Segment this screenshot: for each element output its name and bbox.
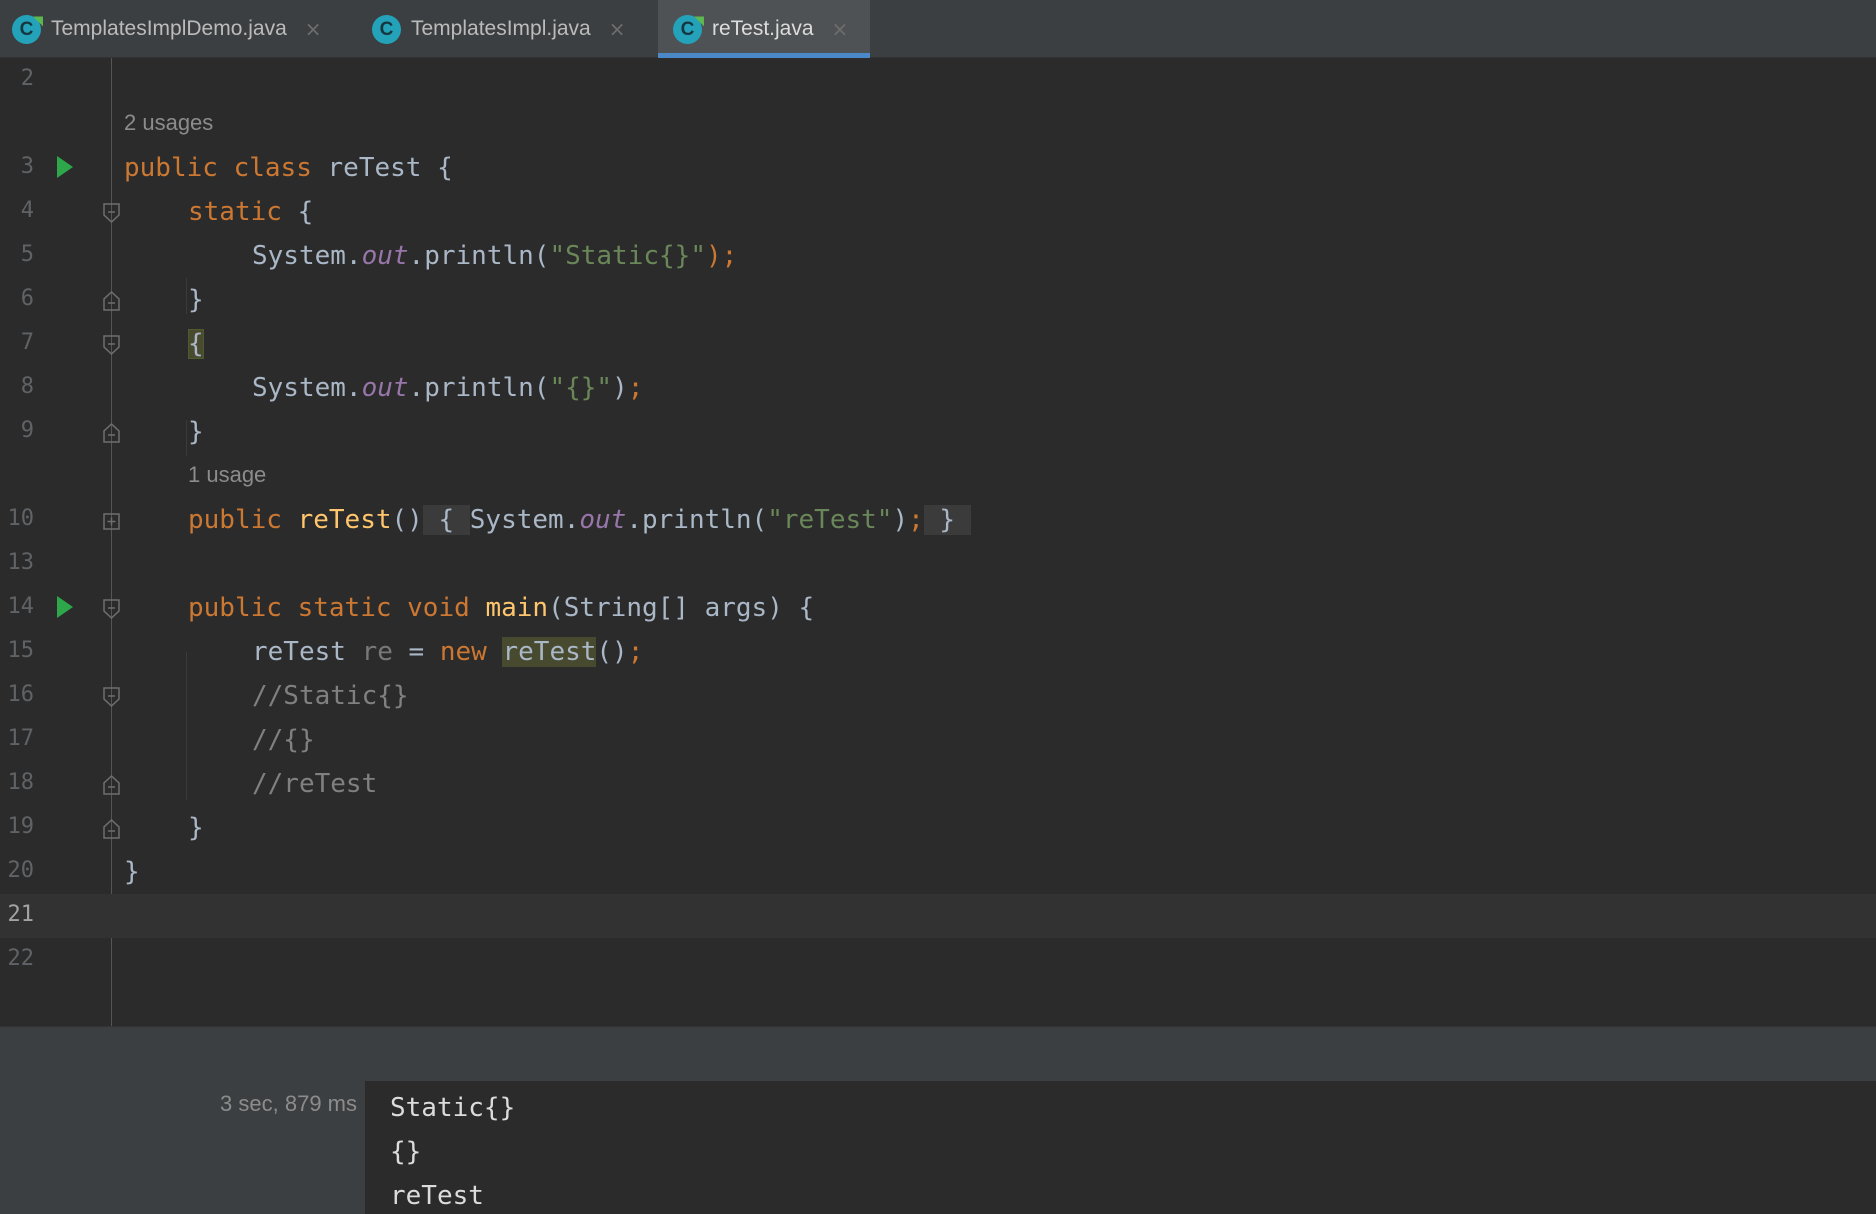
fold-close-icon[interactable] xyxy=(103,423,120,443)
line-number: 18 xyxy=(7,770,35,795)
code-text: } xyxy=(188,417,204,447)
code-text: } xyxy=(188,813,204,843)
console-output[interactable]: Static{} {} reTest xyxy=(390,1086,515,1214)
code-line[interactable]: 4 static { xyxy=(0,190,1876,234)
run-duration: 3 sec, 879 ms xyxy=(220,1091,357,1116)
run-tree[interactable]: 3 sec, 879 ms xyxy=(0,1081,365,1214)
line-number: 22 xyxy=(7,946,35,971)
folded-region[interactable]: } xyxy=(923,505,971,535)
code-line[interactable]: 18 //reTest xyxy=(0,762,1876,806)
code-text: System.out.println("Static{}"); xyxy=(252,241,738,271)
code-line[interactable]: 7 { xyxy=(0,322,1876,366)
line-number: 16 xyxy=(7,682,35,707)
code-line[interactable]: 13 xyxy=(0,542,1876,586)
editor-tab-bar: C TemplatesImplDemo.java × C TemplatesIm… xyxy=(0,0,1876,58)
fold-expand-icon[interactable] xyxy=(103,511,120,531)
line-number: 3 xyxy=(20,154,34,179)
code-comment: //reTest xyxy=(252,769,378,799)
folded-region[interactable]: { xyxy=(422,505,470,535)
run-toolbar xyxy=(0,1026,1876,1081)
usage-highlight: reTest xyxy=(502,637,597,667)
line-number: 17 xyxy=(7,726,35,751)
matched-brace: { xyxy=(188,329,204,359)
fold-close-icon[interactable] xyxy=(103,775,120,795)
tab-templatesimpl[interactable]: C TemplatesImpl.java × xyxy=(372,0,659,58)
fold-close-icon[interactable] xyxy=(103,291,120,311)
line-number: 10 xyxy=(7,506,35,531)
code-text: { xyxy=(188,327,204,361)
java-class-icon: C xyxy=(673,11,709,44)
line-number: 6 xyxy=(20,286,34,311)
fold-close-icon[interactable] xyxy=(103,819,120,839)
tab-label: TemplatesImpl.java xyxy=(411,17,591,40)
line-number: 4 xyxy=(20,198,34,223)
run-panel: 3 sec, 879 ms Static{} {} reTest xyxy=(0,1081,1876,1214)
line-number: 15 xyxy=(7,638,35,663)
code-text: } xyxy=(188,285,204,315)
code-line[interactable]: 10 public reTest() { System.out.println(… xyxy=(0,498,1876,542)
code-text: System.out.println("{}"); xyxy=(252,373,644,403)
code-line[interactable]: 2 xyxy=(0,58,1876,102)
fold-open-icon[interactable] xyxy=(103,599,120,619)
line-number: 8 xyxy=(20,374,34,399)
java-class-icon: C xyxy=(372,14,401,44)
close-icon[interactable]: × xyxy=(305,19,322,39)
line-number: 20 xyxy=(7,858,35,883)
console-line: {} xyxy=(390,1137,422,1167)
code-text: reTest re = new reTest(); xyxy=(252,637,644,667)
tab-templatesimpldemo[interactable]: C TemplatesImplDemo.java × xyxy=(12,0,357,58)
close-icon[interactable]: × xyxy=(832,19,849,39)
code-line[interactable]: 16 //Static{} xyxy=(0,674,1876,718)
code-line[interactable]: 15 reTest re = new reTest(); xyxy=(0,630,1876,674)
line-number: 5 xyxy=(20,242,34,267)
code-comment: //{} xyxy=(252,725,315,755)
code-line[interactable]: 20 } xyxy=(0,850,1876,894)
line-number: 14 xyxy=(7,594,35,619)
code-text: public class reTest { xyxy=(124,153,453,183)
line-number: 13 xyxy=(7,550,35,575)
code-line[interactable]: 6 } xyxy=(0,278,1876,322)
line-number: 21 xyxy=(7,902,35,927)
code-line[interactable]: 3 public class reTest { xyxy=(0,146,1876,190)
line-number: 9 xyxy=(20,418,34,443)
usages-hint[interactable]: 2 usages xyxy=(124,110,213,136)
tab-label: TemplatesImplDemo.java xyxy=(51,17,287,40)
code-line-current[interactable]: 21 xyxy=(0,894,1876,938)
code-comment: //Static{} xyxy=(252,681,409,711)
tab-label: reTest.java xyxy=(712,17,814,40)
code-line[interactable]: 9 } xyxy=(0,410,1876,454)
line-number: 2 xyxy=(20,66,34,91)
code-text: public reTest() { System.out.println("re… xyxy=(188,503,971,537)
line-number: 7 xyxy=(20,330,34,355)
console-line: reTest xyxy=(390,1181,484,1211)
line-number: 19 xyxy=(7,814,35,839)
close-icon[interactable]: × xyxy=(609,19,626,39)
inlay-hint-row: 2 usages xyxy=(0,102,1876,146)
code-line[interactable]: 17 //{} xyxy=(0,718,1876,762)
code-text: public static void main(String[] args) { xyxy=(188,593,815,623)
inlay-hint-row: 1 usage xyxy=(0,454,1876,498)
code-line[interactable]: 14 public static void main(String[] args… xyxy=(0,586,1876,630)
code-line[interactable]: 8 System.out.println("{}"); xyxy=(0,366,1876,410)
fold-open-icon[interactable] xyxy=(103,687,120,707)
fold-open-icon[interactable] xyxy=(103,335,120,355)
code-line[interactable]: 22 xyxy=(0,938,1876,982)
java-class-icon: C xyxy=(12,11,48,44)
code-line[interactable]: 5 System.out.println("Static{}"); xyxy=(0,234,1876,278)
usages-hint[interactable]: 1 usage xyxy=(188,462,266,488)
console-line: Static{} xyxy=(390,1093,516,1123)
run-gutter-icon[interactable] xyxy=(57,596,73,618)
code-text: } xyxy=(124,857,140,887)
code-editor[interactable]: 2 2 usages 3 public class reTest { 4 sta… xyxy=(0,58,1876,1026)
code-line[interactable]: 19 } xyxy=(0,806,1876,850)
run-gutter-icon[interactable] xyxy=(57,156,73,178)
code-text: static { xyxy=(188,197,314,227)
fold-open-icon[interactable] xyxy=(103,203,120,223)
tab-retest[interactable]: C reTest.java × xyxy=(658,0,870,58)
